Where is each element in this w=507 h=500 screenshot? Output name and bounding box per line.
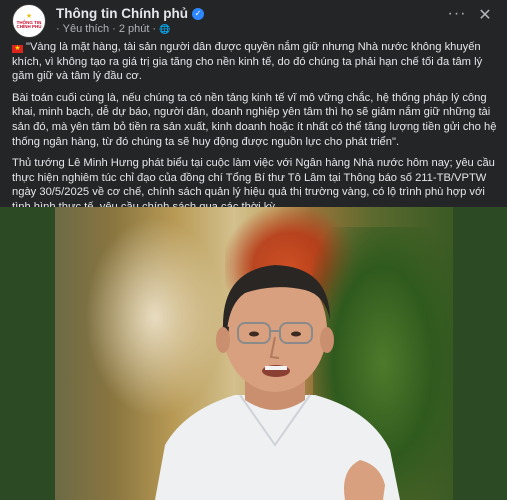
paragraph-2: Bài toán cuối cùng là, nếu chúng ta có n… <box>12 91 497 148</box>
follow-status[interactable]: Yêu thích <box>63 23 109 35</box>
paragraph-quote: ★ "Vàng là mặt hàng, tài sản người dân đư… <box>12 40 498 84</box>
page-name-row: Thông tin Chính phủ ✓ <box>56 6 204 21</box>
meta-separator: · <box>56 23 60 35</box>
photo-side-background <box>453 207 507 500</box>
close-icon[interactable]: ✕ <box>475 6 495 26</box>
post-meta: · Yêu thích · 2 phút · 🌐 <box>56 23 170 35</box>
post-body: ★ "Vàng là mặt hàng, tài sản người dân đư… <box>12 40 498 222</box>
photo-side-background <box>0 207 55 500</box>
post-timestamp[interactable]: 2 phút <box>119 23 150 35</box>
post-photo-container[interactable] <box>0 207 507 500</box>
post-photo[interactable] <box>55 207 453 500</box>
paragraph-1-text: "Vàng là mặt hàng, tài sản người dân đượ… <box>12 41 483 83</box>
speaker-portrait <box>155 265 400 500</box>
page-avatar[interactable]: ★ THÔNG TIN CHÍNH PHỦ <box>12 4 46 38</box>
post-header: ★ THÔNG TIN CHÍNH PHỦ Thông tin Chính ph… <box>12 4 495 40</box>
meta-separator: · <box>152 23 157 35</box>
vietnam-flag-icon: ★ <box>12 45 23 53</box>
facebook-post: ★ THÔNG TIN CHÍNH PHỦ Thông tin Chính ph… <box>0 0 507 500</box>
meta-separator: · <box>112 23 116 35</box>
globe-icon: 🌐 <box>159 23 171 34</box>
page-name-link[interactable]: Thông tin Chính phủ <box>56 6 188 21</box>
avatar-logo-text: THÔNG TIN CHÍNH PHỦ <box>16 19 42 29</box>
verified-badge-icon: ✓ <box>191 7 204 20</box>
star-icon: ★ <box>25 12 33 20</box>
more-options-icon[interactable]: ··· <box>447 6 467 26</box>
paragraph-3: Thủ tướng Lê Minh Hưng phát biểu tại cuộ… <box>12 157 495 213</box>
